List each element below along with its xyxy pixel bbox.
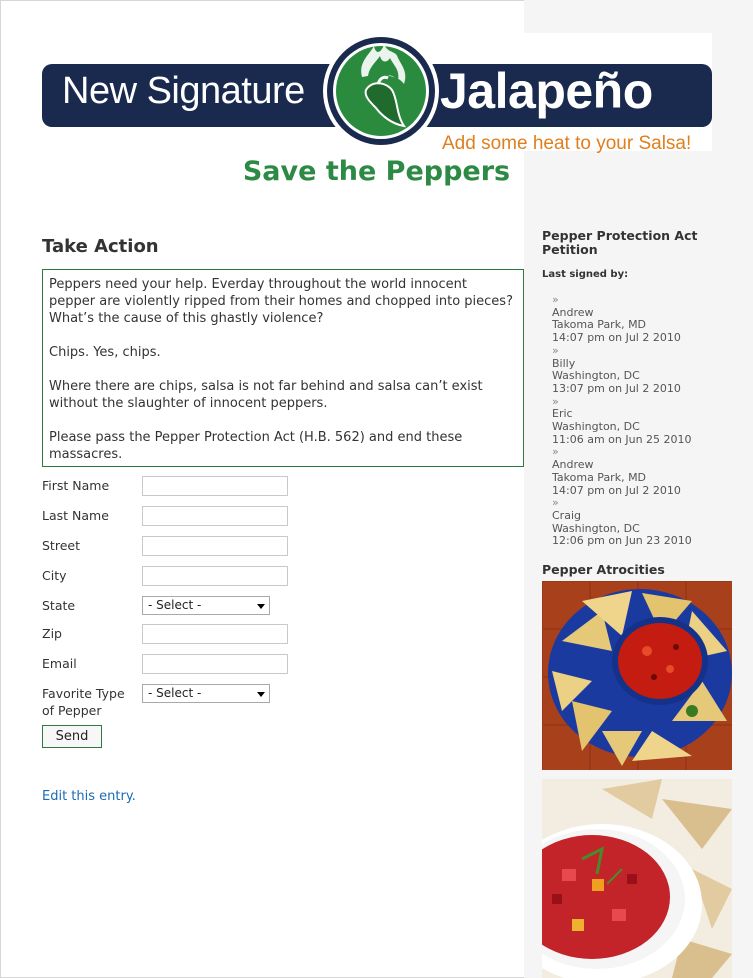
zip-input[interactable] (142, 624, 288, 644)
signer-time: 14:07 pm on Jul 2 2010 (552, 483, 681, 497)
signer-time: 14:07 pm on Jul 2 2010 (552, 331, 681, 345)
favorite-pepper-select-value: - Select - (148, 686, 202, 700)
dropdown-arrow-icon (257, 604, 265, 609)
send-button[interactable]: Send (42, 725, 102, 748)
signer-list: » Andrew Takoma Park, MD 14:07 pm on Jul… (552, 293, 692, 548)
last-signed-label: Last signed by: (542, 269, 629, 280)
signer-time: 13:07 pm on Jul 2 2010 (552, 381, 681, 395)
city-input[interactable] (142, 566, 288, 586)
first-name-input[interactable] (142, 476, 288, 496)
state-select[interactable]: - Select - (142, 596, 270, 615)
petition-message: Peppers need your help. Everday througho… (42, 269, 524, 467)
favorite-pepper-select[interactable]: - Select - (142, 684, 270, 703)
message-paragraph: Chips. Yes, chips. (49, 345, 161, 360)
state-label: State (42, 598, 76, 613)
bullet-icon: » (552, 343, 559, 357)
last-name-input[interactable] (142, 506, 288, 526)
bullet-icon: » (552, 394, 559, 408)
favorite-pepper-label: Favorite Type of Pepper (42, 686, 125, 718)
pepper-atrocities-heading: Pepper Atrocities (542, 562, 665, 577)
state-select-value: - Select - (148, 598, 202, 612)
signer-name: Craig (552, 508, 581, 522)
edit-entry-link[interactable]: Edit this entry. (42, 789, 136, 804)
brand-name-left: New Signature (62, 70, 305, 112)
list-item: » Billy Washington, DC 13:07 pm on Jul 2… (552, 343, 692, 396)
list-item: » Eric Washington, DC 11:06 am on Jun 25… (552, 394, 692, 447)
fresh-salsa-photo (542, 779, 732, 978)
message-paragraph: Please pass the Pepper Protection Act (H… (49, 430, 463, 462)
first-name-label: First Name (42, 478, 110, 493)
street-input[interactable] (142, 536, 288, 556)
message-paragraph: Peppers need your help. Everday througho… (49, 277, 513, 326)
list-item: » Andrew Takoma Park, MD 14:07 pm on Jul… (552, 446, 692, 497)
petition-title: Pepper Protection Act Petition (542, 228, 698, 257)
email-input[interactable] (142, 654, 288, 674)
brand-name-right: Jalapeño (440, 63, 653, 119)
last-name-label: Last Name (42, 508, 109, 523)
take-action-heading: Take Action (42, 236, 159, 257)
signer-time: 11:06 am on Jun 25 2010 (552, 432, 692, 446)
list-item: » Craig Washington, DC 12:06 pm on Jun 2… (552, 497, 692, 548)
site-title: Save the Peppers (242, 156, 511, 187)
zip-label: Zip (42, 626, 62, 641)
chips-and-salsa-photo (542, 581, 732, 770)
bullet-icon: » (552, 293, 559, 306)
brand-tagline: Add some heat to your Salsa! (442, 133, 692, 154)
signer-location: Takoma Park, MD (552, 470, 647, 484)
email-label: Email (42, 656, 77, 671)
dropdown-arrow-icon (257, 692, 265, 697)
jalapeno-flame-logo-icon (323, 33, 439, 149)
signer-location: Washington, DC (552, 420, 640, 434)
signer-name: Andrew (552, 458, 594, 472)
street-label: Street (42, 538, 80, 553)
signer-time: 12:06 pm on Jun 23 2010 (552, 534, 692, 548)
list-item: » Andrew Takoma Park, MD 14:07 pm on Jul… (552, 293, 692, 345)
message-paragraph: Where there are chips, salsa is not far … (49, 379, 483, 411)
city-label: City (42, 568, 67, 583)
